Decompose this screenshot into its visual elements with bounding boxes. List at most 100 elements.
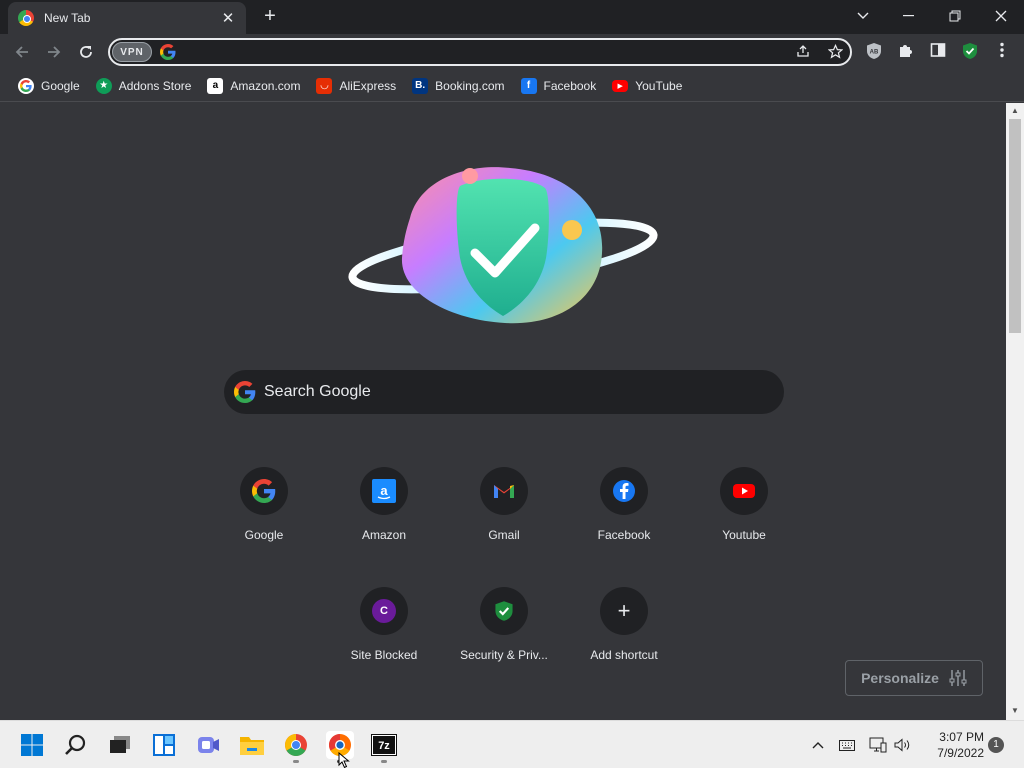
amazon-icon: a xyxy=(360,467,408,515)
letter-avatar: C xyxy=(372,599,396,623)
shortcut-label: Google xyxy=(244,528,284,542)
running-indicator xyxy=(381,760,387,763)
google-icon xyxy=(160,44,176,60)
aliexpress-icon: ◡ xyxy=(316,77,333,94)
bookmark-booking[interactable]: B. Booking.com xyxy=(406,73,510,99)
search-google-box[interactable]: Search Google xyxy=(224,370,784,414)
widgets-icon[interactable] xyxy=(150,731,178,759)
security-shield-icon xyxy=(480,587,528,635)
shortcut-label: Youtube xyxy=(722,528,766,542)
task-view-icon[interactable] xyxy=(106,731,134,759)
search-placeholder: Search Google xyxy=(264,383,371,400)
shortcut-google[interactable]: Google xyxy=(208,467,320,579)
tab-title: New Tab xyxy=(44,11,91,25)
shortcut-label: Facebook xyxy=(597,528,651,542)
gmail-icon xyxy=(480,467,528,515)
teams-chat-icon[interactable] xyxy=(194,731,222,759)
site-blocked-icon: C xyxy=(360,587,408,635)
bookmarks-bar: Google ★ Addons Store a Amazon.com ◡ Ali… xyxy=(0,70,1024,102)
vpn-badge[interactable]: VPN xyxy=(112,42,152,62)
minimize-button[interactable] xyxy=(886,0,932,32)
plus-icon: + xyxy=(600,587,648,635)
address-bar[interactable]: VPN xyxy=(108,38,852,66)
tab-strip: New Tab ✕ + xyxy=(0,0,1024,34)
google-icon xyxy=(240,467,288,515)
taskbar-clock[interactable]: 3:07 PM 7/9/2022 xyxy=(918,729,984,761)
7zip-label: 7z xyxy=(371,734,397,756)
shortcut-site-blocked[interactable]: C Site Blocked xyxy=(328,587,440,699)
shortcut-facebook[interactable]: Facebook xyxy=(568,467,680,579)
security-extension-icon[interactable] xyxy=(960,42,980,62)
tab-search-dropdown-icon[interactable] xyxy=(840,0,886,32)
menu-kebab-icon[interactable] xyxy=(992,42,1012,62)
bookmark-google[interactable]: Google xyxy=(12,73,86,99)
security-shield-illustration xyxy=(348,167,658,324)
shortcut-label: Security & Priv... xyxy=(460,648,548,662)
bookmark-addons-store[interactable]: ★ Addons Store xyxy=(90,73,198,99)
add-shortcut-button[interactable]: + Add shortcut xyxy=(568,587,680,699)
tab-new-tab[interactable]: New Tab ✕ xyxy=(8,2,246,34)
shortcut-youtube[interactable]: Youtube xyxy=(688,467,800,579)
side-panel-icon[interactable] xyxy=(928,42,948,62)
bookmark-amazon[interactable]: a Amazon.com xyxy=(201,73,306,99)
reload-button[interactable] xyxy=(74,40,98,64)
facebook-icon: f xyxy=(520,77,537,94)
clock-time: 3:07 PM xyxy=(939,730,984,744)
restore-button[interactable] xyxy=(932,0,978,32)
search-icon[interactable] xyxy=(62,731,90,759)
7zip-icon[interactable]: 7z xyxy=(370,731,398,759)
new-tab-button[interactable]: + xyxy=(259,5,281,27)
bookmark-label: Booking.com xyxy=(435,78,505,93)
back-button[interactable] xyxy=(10,40,34,64)
booking-icon: B. xyxy=(412,77,429,94)
extensions-puzzle-icon[interactable] xyxy=(896,42,916,62)
youtube-icon xyxy=(720,467,768,515)
bookmark-facebook[interactable]: f Facebook xyxy=(515,73,603,99)
sliders-icon xyxy=(949,670,967,686)
network-icon[interactable] xyxy=(868,735,888,755)
bookmark-label: YouTube xyxy=(635,78,683,93)
toolbar: VPN AB xyxy=(0,34,1024,70)
file-explorer-icon[interactable] xyxy=(238,731,266,759)
shortcut-label: Site Blocked xyxy=(350,648,418,662)
chrome-icon[interactable] xyxy=(282,731,310,759)
bookmark-label: Amazon.com xyxy=(230,78,301,93)
bookmark-label: Google xyxy=(41,78,80,93)
personalize-button[interactable]: Personalize xyxy=(845,660,983,696)
share-icon[interactable] xyxy=(794,44,812,62)
bookmark-star-icon[interactable] xyxy=(826,43,844,62)
bookmark-label: Facebook xyxy=(543,78,597,93)
shortcut-label: Amazon xyxy=(361,528,407,542)
adblock-extension-icon[interactable]: AB xyxy=(864,42,884,62)
scrollbar-thumb[interactable] xyxy=(1009,119,1021,333)
running-indicator xyxy=(293,760,299,763)
scroll-down-arrow-icon[interactable]: ▼ xyxy=(1010,706,1020,716)
facebook-icon xyxy=(600,467,648,515)
volume-icon[interactable] xyxy=(893,735,913,755)
shortcut-label: Add shortcut xyxy=(590,648,658,662)
forward-button[interactable] xyxy=(42,40,66,64)
google-icon xyxy=(18,77,34,94)
bookmark-youtube[interactable]: ▶ YouTube xyxy=(606,73,688,99)
shortcut-amazon[interactable]: a Amazon xyxy=(328,467,440,579)
keyboard-icon[interactable] xyxy=(837,735,857,755)
clock-date: 7/9/2022 xyxy=(937,746,984,760)
scroll-up-arrow-icon[interactable]: ▲ xyxy=(1010,106,1020,116)
google-icon xyxy=(234,381,256,403)
bookmark-aliexpress[interactable]: ◡ AliExpress xyxy=(310,73,402,99)
svg-text:a: a xyxy=(380,483,388,498)
start-icon[interactable] xyxy=(18,731,46,759)
personalize-label: Personalize xyxy=(861,670,939,686)
close-window-button[interactable] xyxy=(978,0,1024,32)
youtube-icon: ▶ xyxy=(612,79,629,92)
shortcut-gmail[interactable]: Gmail xyxy=(448,467,560,579)
addons-store-icon: ★ xyxy=(95,77,112,94)
bookmark-label: AliExpress xyxy=(339,78,397,93)
plus-glyph: + xyxy=(617,598,631,623)
show-hidden-icons-chevron-icon[interactable] xyxy=(808,735,828,755)
tab-close-icon[interactable]: ✕ xyxy=(220,9,236,27)
bookmark-label: Addons Store xyxy=(118,78,192,93)
shortcut-security-privacy[interactable]: Security & Priv... xyxy=(448,587,560,699)
page-scrollbar[interactable]: ▲ ▼ xyxy=(1006,103,1024,720)
notification-badge[interactable]: 1 xyxy=(988,737,1004,753)
